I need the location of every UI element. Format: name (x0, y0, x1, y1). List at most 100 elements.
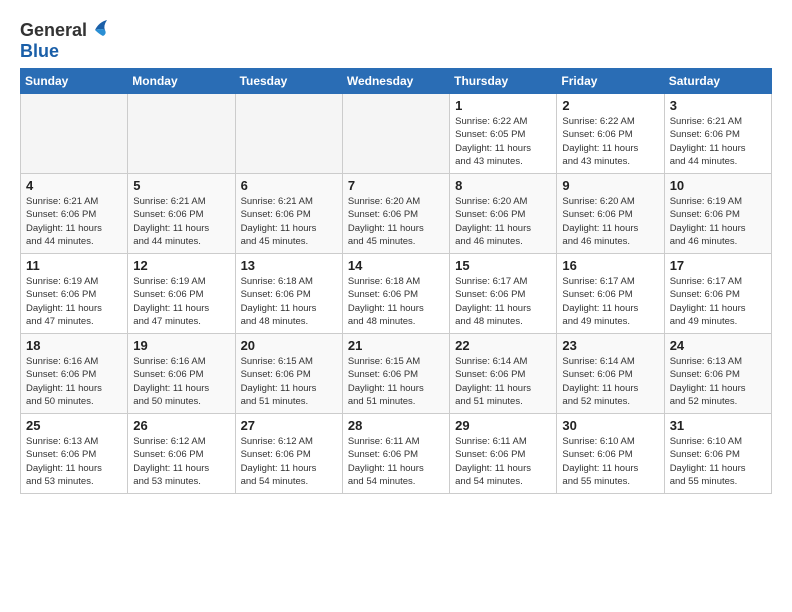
calendar-day-30: 30 Sunrise: 6:10 AM Sunset: 6:06 PM Dayli… (557, 414, 664, 494)
calendar-day-10: 10 Sunrise: 6:19 AM Sunset: 6:06 PM Dayli… (664, 174, 771, 254)
day-info: Sunrise: 6:21 AM Sunset: 6:06 PM Dayligh… (133, 195, 229, 248)
logo-bird-icon (89, 20, 111, 40)
calendar-day-6: 6 Sunrise: 6:21 AM Sunset: 6:06 PM Daylig… (235, 174, 342, 254)
calendar-day-15: 15 Sunrise: 6:17 AM Sunset: 6:06 PM Dayli… (450, 254, 557, 334)
day-info: Sunrise: 6:16 AM Sunset: 6:06 PM Dayligh… (26, 355, 122, 408)
weekday-header-saturday: Saturday (664, 69, 771, 94)
calendar-day-26: 26Sunrise: 6:12 AM Sunset: 6:06 PM Dayli… (128, 414, 235, 494)
header: General Blue (20, 16, 772, 62)
calendar-day-8: 8 Sunrise: 6:20 AM Sunset: 6:06 PM Daylig… (450, 174, 557, 254)
day-info: Sunrise: 6:20 AM Sunset: 6:06 PM Dayligh… (562, 195, 658, 248)
day-info: Sunrise: 6:17 AM Sunset: 6:06 PM Dayligh… (455, 275, 551, 328)
calendar-day-22: 22 Sunrise: 6:14 AM Sunset: 6:06 PM Dayli… (450, 334, 557, 414)
calendar-day-18: 18Sunrise: 6:16 AM Sunset: 6:06 PM Dayli… (21, 334, 128, 414)
day-info: Sunrise: 6:11 AM Sunset: 6:06 PM Dayligh… (348, 435, 444, 488)
calendar-day-28: 28 Sunrise: 6:11 AM Sunset: 6:06 PM Dayli… (342, 414, 449, 494)
day-info: Sunrise: 6:10 AM Sunset: 6:06 PM Dayligh… (562, 435, 658, 488)
day-number: 28 (348, 418, 444, 433)
day-info: Sunrise: 6:22 AM Sunset: 6:05 PM Dayligh… (455, 115, 551, 168)
day-number: 5 (133, 178, 229, 193)
day-number: 19 (133, 338, 229, 353)
day-number: 2 (562, 98, 658, 113)
day-info: Sunrise: 6:19 AM Sunset: 6:06 PM Dayligh… (133, 275, 229, 328)
day-info: Sunrise: 6:21 AM Sunset: 6:06 PM Dayligh… (670, 115, 766, 168)
day-info: Sunrise: 6:10 AM Sunset: 6:06 PM Dayligh… (670, 435, 766, 488)
weekday-header-monday: Monday (128, 69, 235, 94)
day-number: 7 (348, 178, 444, 193)
day-number: 6 (241, 178, 337, 193)
day-number: 21 (348, 338, 444, 353)
day-info: Sunrise: 6:22 AM Sunset: 6:06 PM Dayligh… (562, 115, 658, 168)
day-number: 13 (241, 258, 337, 273)
calendar-day-19: 19 Sunrise: 6:16 AM Sunset: 6:06 PM Dayli… (128, 334, 235, 414)
weekday-header-row: SundayMondayTuesdayWednesdayThursdayFrid… (21, 69, 772, 94)
calendar-day-31: 31Sunrise: 6:10 AM Sunset: 6:06 PM Dayli… (664, 414, 771, 494)
day-number: 14 (348, 258, 444, 273)
day-number: 16 (562, 258, 658, 273)
calendar-day-2: 2 Sunrise: 6:22 AM Sunset: 6:06 PM Daylig… (557, 94, 664, 174)
day-info: Sunrise: 6:17 AM Sunset: 6:06 PM Dayligh… (670, 275, 766, 328)
calendar-day-4: 4Sunrise: 6:21 AM Sunset: 6:06 PM Daylig… (21, 174, 128, 254)
day-number: 9 (562, 178, 658, 193)
day-info: Sunrise: 6:20 AM Sunset: 6:06 PM Dayligh… (455, 195, 551, 248)
day-info: Sunrise: 6:14 AM Sunset: 6:06 PM Dayligh… (562, 355, 658, 408)
weekday-header-thursday: Thursday (450, 69, 557, 94)
day-info: Sunrise: 6:13 AM Sunset: 6:06 PM Dayligh… (670, 355, 766, 408)
day-info: Sunrise: 6:18 AM Sunset: 6:06 PM Dayligh… (241, 275, 337, 328)
calendar-empty-cell (21, 94, 128, 174)
calendar-day-27: 27Sunrise: 6:12 AM Sunset: 6:06 PM Dayli… (235, 414, 342, 494)
calendar-day-12: 12 Sunrise: 6:19 AM Sunset: 6:06 PM Dayli… (128, 254, 235, 334)
calendar-day-20: 20 Sunrise: 6:15 AM Sunset: 6:06 PM Dayli… (235, 334, 342, 414)
calendar-day-24: 24 Sunrise: 6:13 AM Sunset: 6:06 PM Dayli… (664, 334, 771, 414)
calendar-day-13: 13 Sunrise: 6:18 AM Sunset: 6:06 PM Dayli… (235, 254, 342, 334)
day-number: 25 (26, 418, 122, 433)
page: General Blue SundayMondayTuesdayWednesda… (0, 0, 792, 612)
day-info: Sunrise: 6:15 AM Sunset: 6:06 PM Dayligh… (348, 355, 444, 408)
day-number: 8 (455, 178, 551, 193)
calendar-empty-cell (342, 94, 449, 174)
day-info: Sunrise: 6:15 AM Sunset: 6:06 PM Dayligh… (241, 355, 337, 408)
day-info: Sunrise: 6:12 AM Sunset: 6:06 PM Dayligh… (133, 435, 229, 488)
day-number: 22 (455, 338, 551, 353)
day-number: 12 (133, 258, 229, 273)
day-number: 23 (562, 338, 658, 353)
day-number: 10 (670, 178, 766, 193)
calendar-day-21: 21 Sunrise: 6:15 AM Sunset: 6:06 PM Dayli… (342, 334, 449, 414)
logo-blue: Blue (20, 41, 59, 62)
weekday-header-sunday: Sunday (21, 69, 128, 94)
logo-general: General (20, 20, 87, 41)
calendar-week-row-5: 25 Sunrise: 6:13 AM Sunset: 6:06 PM Dayli… (21, 414, 772, 494)
day-number: 3 (670, 98, 766, 113)
calendar-day-11: 11Sunrise: 6:19 AM Sunset: 6:06 PM Dayli… (21, 254, 128, 334)
calendar-day-23: 23 Sunrise: 6:14 AM Sunset: 6:06 PM Dayli… (557, 334, 664, 414)
calendar-day-16: 16 Sunrise: 6:17 AM Sunset: 6:06 PM Dayli… (557, 254, 664, 334)
day-info: Sunrise: 6:13 AM Sunset: 6:06 PM Dayligh… (26, 435, 122, 488)
day-info: Sunrise: 6:14 AM Sunset: 6:06 PM Dayligh… (455, 355, 551, 408)
day-number: 17 (670, 258, 766, 273)
calendar-week-row-1: 1 Sunrise: 6:22 AM Sunset: 6:05 PM Daylig… (21, 94, 772, 174)
weekday-header-friday: Friday (557, 69, 664, 94)
calendar-day-3: 3 Sunrise: 6:21 AM Sunset: 6:06 PM Daylig… (664, 94, 771, 174)
day-info: Sunrise: 6:19 AM Sunset: 6:06 PM Dayligh… (26, 275, 122, 328)
day-info: Sunrise: 6:21 AM Sunset: 6:06 PM Dayligh… (241, 195, 337, 248)
day-number: 1 (455, 98, 551, 113)
day-info: Sunrise: 6:17 AM Sunset: 6:06 PM Dayligh… (562, 275, 658, 328)
calendar-day-17: 17 Sunrise: 6:17 AM Sunset: 6:06 PM Dayli… (664, 254, 771, 334)
day-info: Sunrise: 6:21 AM Sunset: 6:06 PM Dayligh… (26, 195, 122, 248)
day-number: 30 (562, 418, 658, 433)
weekday-header-wednesday: Wednesday (342, 69, 449, 94)
day-number: 20 (241, 338, 337, 353)
calendar-empty-cell (235, 94, 342, 174)
day-info: Sunrise: 6:19 AM Sunset: 6:06 PM Dayligh… (670, 195, 766, 248)
day-number: 15 (455, 258, 551, 273)
day-info: Sunrise: 6:18 AM Sunset: 6:06 PM Dayligh… (348, 275, 444, 328)
day-info: Sunrise: 6:11 AM Sunset: 6:06 PM Dayligh… (455, 435, 551, 488)
calendar-day-14: 14 Sunrise: 6:18 AM Sunset: 6:06 PM Dayli… (342, 254, 449, 334)
day-info: Sunrise: 6:16 AM Sunset: 6:06 PM Dayligh… (133, 355, 229, 408)
day-number: 27 (241, 418, 337, 433)
calendar-empty-cell (128, 94, 235, 174)
day-number: 29 (455, 418, 551, 433)
day-number: 24 (670, 338, 766, 353)
calendar-day-25: 25 Sunrise: 6:13 AM Sunset: 6:06 PM Dayli… (21, 414, 128, 494)
logo: General Blue (20, 20, 111, 62)
